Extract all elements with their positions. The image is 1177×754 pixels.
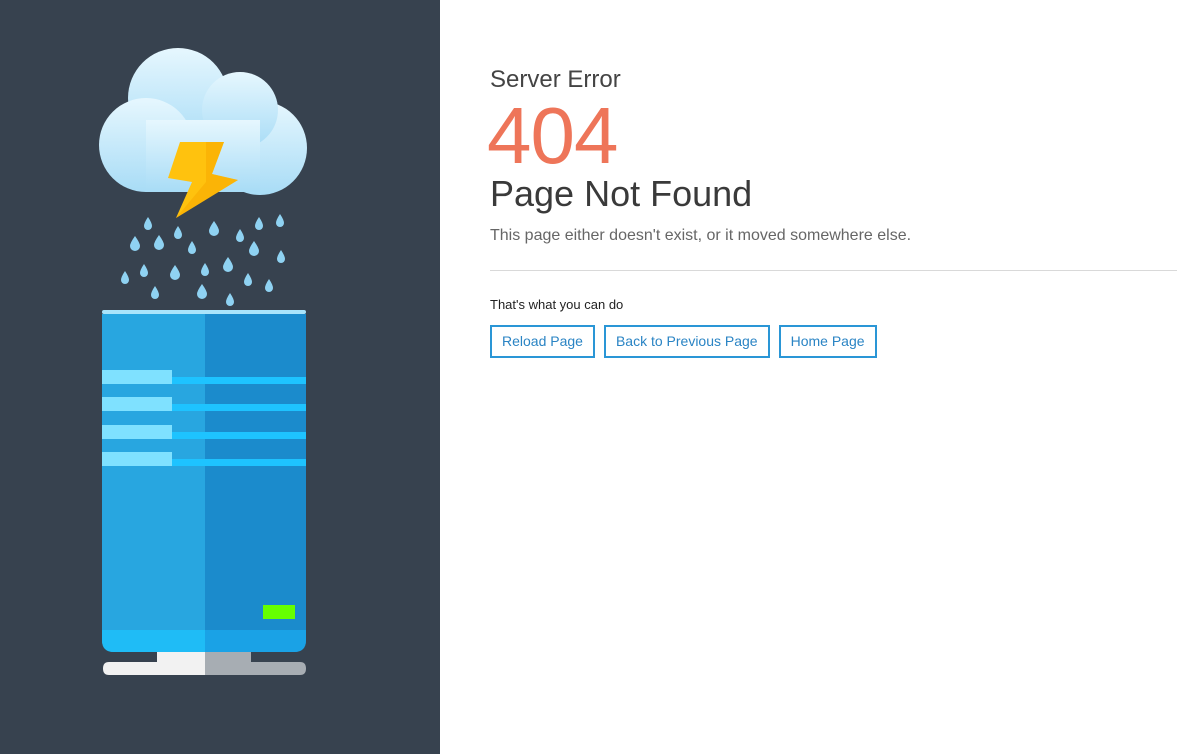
- divider: [490, 270, 1177, 271]
- illustration-panel: [0, 0, 440, 754]
- page-title: Page Not Found: [490, 173, 753, 214]
- actions-label: That's what you can do: [490, 297, 624, 312]
- server-error-illustration: [99, 48, 307, 675]
- back-to-previous-page-button[interactable]: Back to Previous Page: [603, 325, 770, 358]
- action-buttons: Reload Page Back to Previous Page Home P…: [490, 325, 877, 358]
- error-type-label: Server Error: [490, 66, 621, 93]
- home-page-button[interactable]: Home Page: [778, 325, 877, 358]
- error-code: 404: [487, 91, 618, 180]
- reload-page-button[interactable]: Reload Page: [490, 325, 595, 358]
- server-icon: [102, 310, 306, 675]
- error-page: Server Error 404 Page Not Found This pag…: [0, 0, 1177, 754]
- error-content: Server Error 404 Page Not Found This pag…: [487, 0, 1177, 754]
- raindrops-icon: [121, 214, 285, 306]
- status-light-icon: [263, 605, 295, 619]
- error-description: This page either doesn't exist, or it mo…: [490, 227, 912, 244]
